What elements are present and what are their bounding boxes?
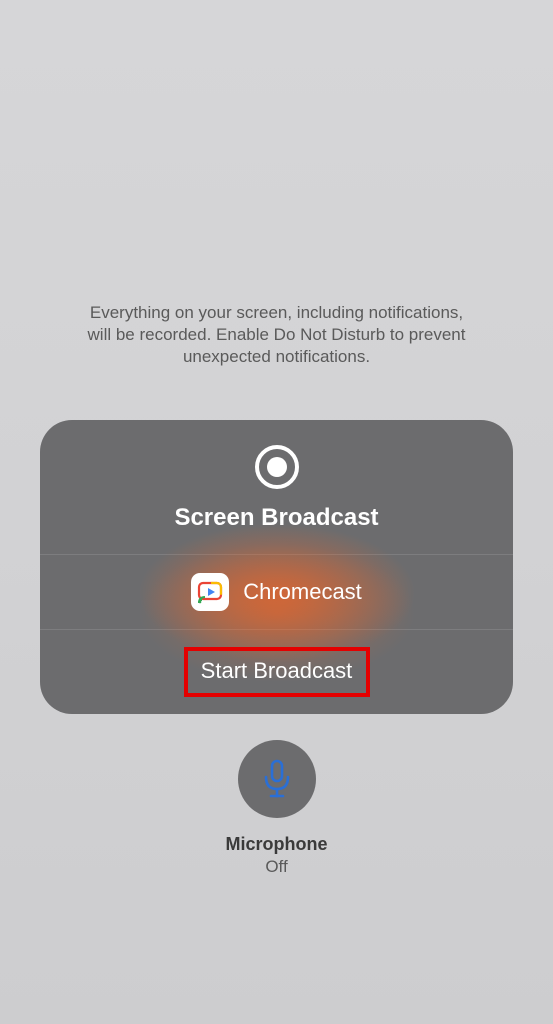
microphone-section: Microphone Off	[226, 740, 328, 877]
start-broadcast-row: Start Broadcast	[40, 630, 513, 714]
broadcast-app-row[interactable]: Chromecast	[40, 555, 513, 630]
chromecast-app-icon	[191, 573, 229, 611]
record-icon	[40, 444, 513, 490]
microphone-toggle-button[interactable]	[238, 740, 316, 818]
panel-header: Screen Broadcast	[40, 420, 513, 555]
microphone-status: Off	[226, 857, 328, 877]
privacy-info-text: Everything on your screen, including not…	[77, 302, 477, 368]
broadcast-panel: Screen Broadcast Chromecast Start Broadc…	[40, 420, 513, 714]
microphone-icon	[260, 759, 294, 799]
app-label: Chromecast	[243, 579, 362, 605]
microphone-label: Microphone	[226, 834, 328, 855]
panel-title: Screen Broadcast	[40, 504, 513, 532]
start-broadcast-button[interactable]: Start Broadcast	[187, 650, 367, 692]
